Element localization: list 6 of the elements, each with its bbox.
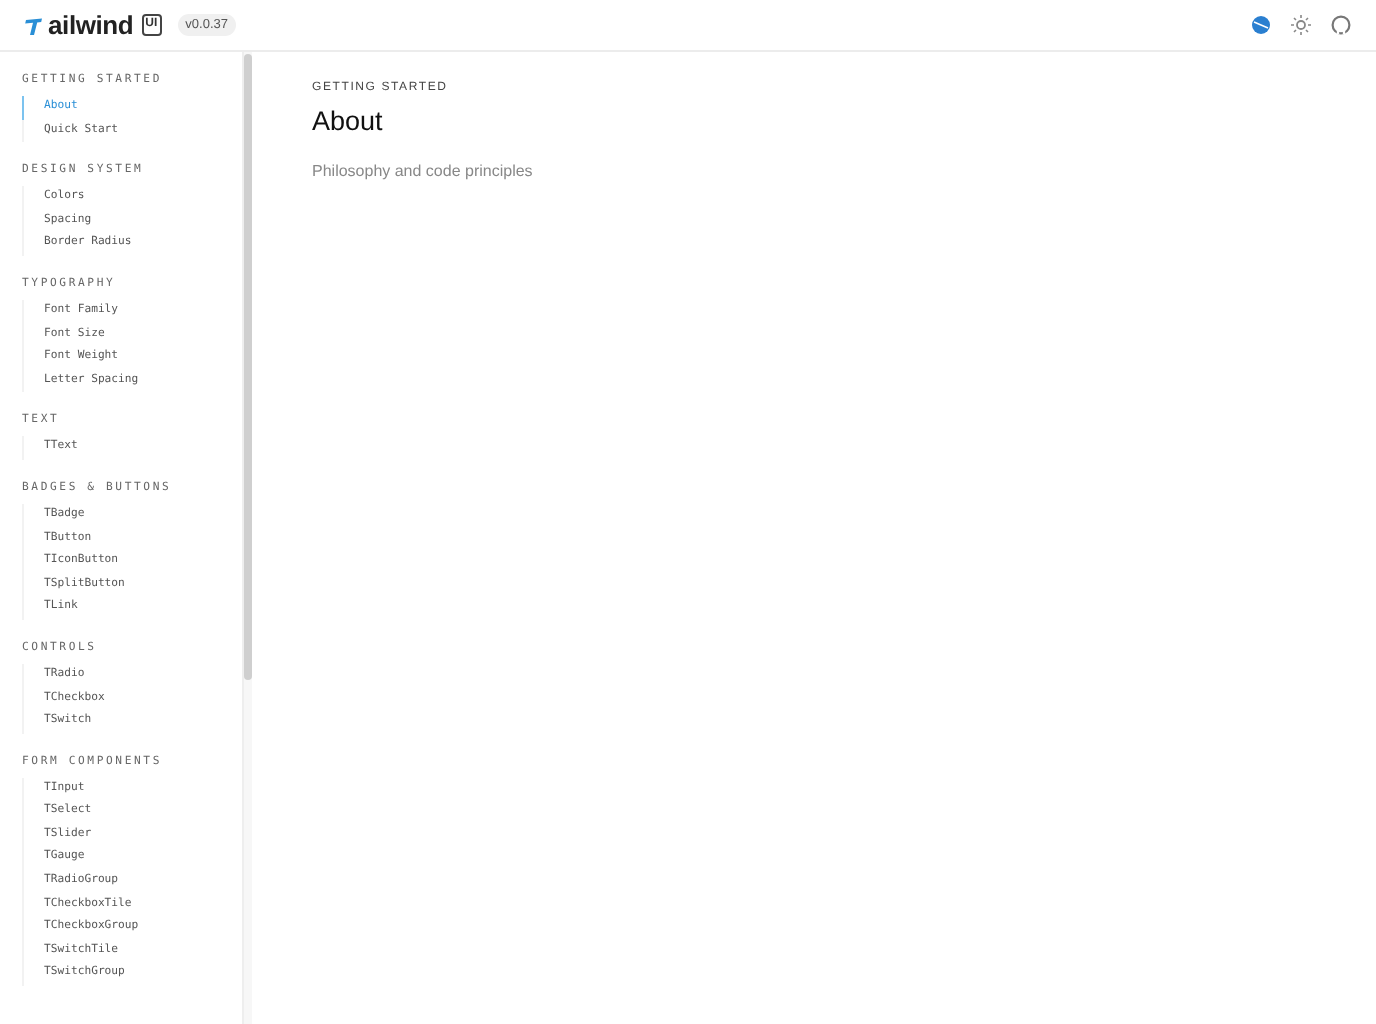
logo-icon	[24, 15, 44, 35]
page-subtitle: Philosophy and code principles	[312, 162, 535, 180]
page-title: About	[312, 106, 385, 136]
scrollbar[interactable]	[244, 52, 252, 1024]
logo-text: ailwind	[48, 10, 134, 40]
sun-icon[interactable]	[1290, 14, 1312, 36]
